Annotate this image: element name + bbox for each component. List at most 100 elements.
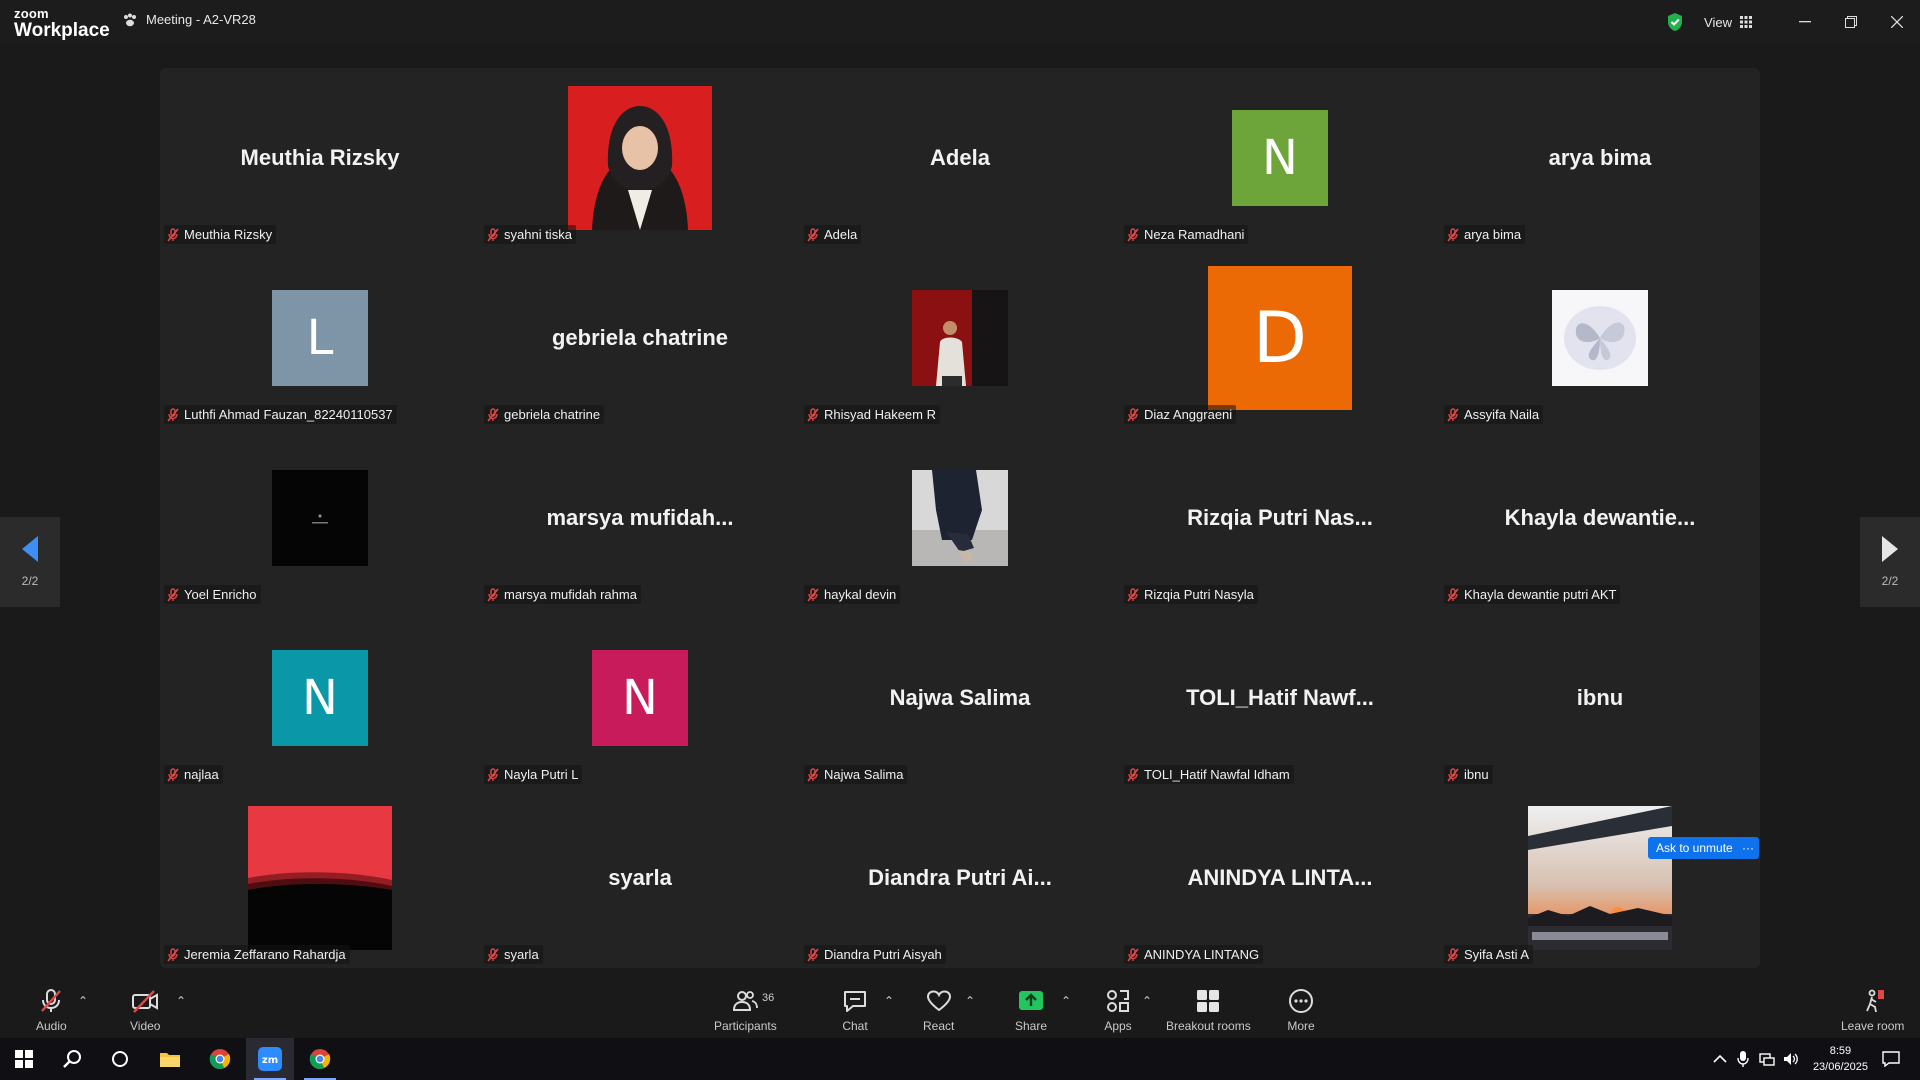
restore-icon (1845, 16, 1857, 28)
notifications-icon[interactable] (1882, 1051, 1900, 1067)
participant-name-label: haykal devin (804, 585, 901, 604)
react-options-caret[interactable]: ⌃ (965, 994, 975, 1008)
video-options-caret[interactable]: ⌃ (176, 994, 186, 1008)
participant-tile[interactable]: Assyifa Naila (1440, 248, 1760, 428)
chrome-button[interactable] (196, 1038, 244, 1080)
participant-tile[interactable]: marsya mufidah... marsya mufidah rahma (480, 428, 800, 608)
microphone-tray-icon[interactable] (1737, 1051, 1749, 1067)
participant-name-label: arya bima (1444, 225, 1526, 244)
participant-tile[interactable]: Diandra Putri Ai... Diandra Putri Aisyah (800, 788, 1120, 968)
participant-tile[interactable]: syarla syarla (480, 788, 800, 968)
sunset-photo-icon (1528, 806, 1672, 950)
leave-room-label: Leave room (1841, 1019, 1905, 1033)
participant-tile[interactable]: Khayla dewantie... Khayla dewantie putri … (1440, 428, 1760, 608)
participant-tile[interactable]: Yoel Enricho (160, 428, 480, 608)
participant-name-label: Rizqia Putri Nasyla (1124, 585, 1258, 604)
apps-label: Apps (1104, 1019, 1132, 1033)
share-options-caret[interactable]: ⌃ (1061, 994, 1071, 1008)
participant-tile[interactable]: syahni tiska (480, 68, 800, 248)
security-shield-icon[interactable] (1666, 12, 1684, 32)
participant-name: Assyifa Naila (1464, 407, 1540, 422)
meeting-title-area: Meeting - A2-VR28 (122, 12, 256, 27)
audio-button[interactable]: Audio (36, 988, 67, 1033)
react-button[interactable]: React (923, 988, 954, 1033)
participant-name: Yoel Enricho (184, 587, 257, 602)
participant-tile[interactable]: haykal devin (800, 428, 1120, 608)
participant-tile[interactable]: TOLI_Hatif Nawf... TOLI_Hatif Nawfal Idha… (1120, 608, 1440, 788)
participant-tile[interactable]: Syifa Asti A (1440, 788, 1760, 968)
minimize-button[interactable] (1782, 0, 1828, 44)
participant-tile[interactable]: Najwa Salima Najwa Salima (800, 608, 1120, 788)
chat-button[interactable]: Chat (841, 988, 869, 1033)
apps-button[interactable]: Apps (1104, 988, 1132, 1033)
apps-options-caret[interactable]: ⌃ (1142, 994, 1152, 1008)
clock[interactable]: 8:59 23/06/2025 (1813, 1043, 1868, 1075)
participant-tile[interactable]: Jeremia Zeffarano Rahardja (160, 788, 480, 968)
participant-tile[interactable]: Nnajlaa (160, 608, 480, 788)
more-button[interactable]: More (1287, 988, 1315, 1033)
participant-tile[interactable]: Adela Adela (800, 68, 1120, 248)
view-button[interactable]: View (1704, 15, 1752, 30)
leave-room-button[interactable]: Leave room (1841, 988, 1904, 1033)
meeting-toolbar: Audio ⌃ Video ⌃ Participants 36 Chat ⌃ R… (0, 980, 1920, 1038)
chat-options-caret[interactable]: ⌃ (884, 994, 894, 1008)
restore-button[interactable] (1828, 0, 1874, 44)
next-page-button[interactable]: 2/2 (1860, 517, 1920, 607)
participant-tile[interactable]: ibnu ibnu (1440, 608, 1760, 788)
participant-name-label: TOLI_Hatif Nawfal Idham (1124, 765, 1294, 784)
muted-mic-icon (487, 587, 499, 602)
search-taskbar-button[interactable] (48, 1038, 96, 1080)
close-button[interactable] (1874, 0, 1920, 44)
network-icon[interactable] (1759, 1052, 1775, 1066)
participant-name: Diandra Putri Aisyah (824, 947, 942, 962)
participant-tile[interactable]: Rizqia Putri Nas... Rizqia Putri Nasyla (1120, 428, 1440, 608)
muted-mic-icon (167, 227, 179, 242)
minimize-icon (1799, 21, 1811, 23)
muted-mic-icon (1127, 227, 1139, 242)
volume-icon[interactable] (1783, 1052, 1799, 1066)
participant-tile[interactable]: D Diaz Anggraeni (1120, 248, 1440, 428)
muted-microphone-icon (41, 989, 62, 1012)
participant-tile[interactable]: arya bima arya bima (1440, 68, 1760, 248)
share-label: Share (1015, 1019, 1048, 1033)
participant-tile[interactable]: Meuthia Rizsky Meuthia Rizsky (160, 68, 480, 248)
chrome-window-button[interactable] (296, 1038, 344, 1080)
participant-tile[interactable]: ANINDYA LINTA... ANINDYA LINTANG (1120, 788, 1440, 968)
search-icon (63, 1050, 81, 1068)
previous-page-button[interactable]: 2/2 (0, 517, 60, 607)
participant-tile[interactable]: L Luthfi Ahmad Fauzan_82240110537 (160, 248, 480, 428)
tile-more-button[interactable]: ··· (1737, 837, 1759, 859)
video-button[interactable]: Video (130, 988, 160, 1033)
breakout-rooms-button[interactable]: Breakout rooms (1166, 988, 1251, 1033)
participant-name: Khayla dewantie putri AKT (1464, 587, 1617, 602)
show-hidden-icons-chevron-icon[interactable] (1713, 1054, 1727, 1064)
participant-tile[interactable]: gebriela chatrine gebriela chatrine (480, 248, 800, 428)
muted-mic-icon (167, 407, 179, 422)
system-tray: 8:59 23/06/2025 (1713, 1038, 1920, 1080)
ask-to-unmute-button[interactable]: Ask to unmute (1648, 837, 1741, 859)
audio-options-caret[interactable]: ⌃ (78, 994, 88, 1008)
start-button[interactable] (0, 1038, 48, 1080)
muted-mic-icon (487, 767, 499, 782)
task-view-button[interactable] (96, 1038, 144, 1080)
file-explorer-button[interactable] (146, 1038, 194, 1080)
participant-name: Rhisyad Hakeem R (824, 407, 936, 422)
participant-name: Adela (824, 227, 858, 242)
participant-tile[interactable]: N Nayla Putri L (480, 608, 800, 788)
muted-mic-icon (1447, 587, 1459, 602)
participant-tile[interactable]: N Neza Ramadhani (1120, 68, 1440, 248)
muted-mic-icon (487, 947, 499, 962)
participant-name-label: najlaa (164, 765, 223, 784)
muted-mic-icon (807, 947, 819, 962)
share-button[interactable]: Share (1015, 988, 1047, 1033)
participant-name: syarla (504, 947, 539, 962)
participant-tile[interactable]: Rhisyad Hakeem R (800, 248, 1120, 428)
participant-name: najlaa (184, 767, 219, 782)
initial-avatar: N (272, 650, 368, 746)
muted-mic-icon (1447, 767, 1459, 782)
zoom-taskbar-button[interactable]: zm (246, 1038, 294, 1080)
chat-label: Chat (842, 1019, 868, 1033)
title-bar: zoom Workplace Meeting - A2-VR28 View (0, 0, 1920, 44)
grid-view-icon (1740, 16, 1752, 28)
close-icon (1891, 16, 1903, 28)
